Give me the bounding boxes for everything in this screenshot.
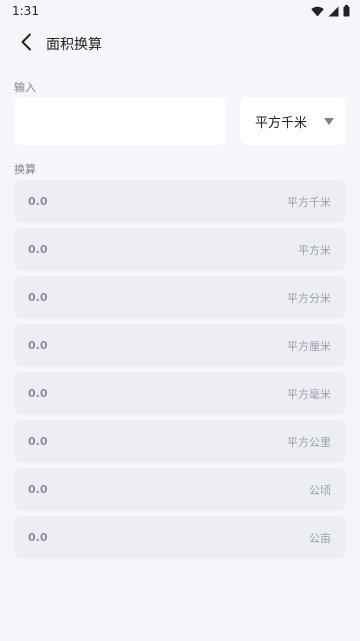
page-title: 面积换算 (46, 37, 102, 53)
result-value: 0.0 (28, 243, 48, 256)
back-button[interactable] (6, 24, 46, 64)
result-value: 0.0 (28, 291, 48, 304)
result-unit: 公亩 (309, 531, 331, 545)
result-row-sq-dm: 0.0 平方分米 (14, 276, 346, 319)
result-row-sq-km: 0.0 平方千米 (14, 180, 346, 223)
result-unit: 平方公里 (287, 435, 331, 449)
result-value: 0.0 (28, 531, 48, 544)
result-value: 0.0 (28, 387, 48, 400)
result-value: 0.0 (28, 339, 48, 352)
status-time: 1:31 (12, 4, 39, 18)
result-value: 0.0 (28, 195, 48, 208)
result-row-sq-cm: 0.0 平方厘米 (14, 324, 346, 367)
app-bar: 面积换算 (0, 24, 360, 64)
input-section-label: 输入 (14, 81, 36, 94)
result-unit: 平方千米 (287, 195, 331, 209)
battery-icon (343, 5, 350, 17)
result-row-sq-gongli: 0.0 平方公里 (14, 420, 346, 463)
result-row-hectare: 0.0 公顷 (14, 468, 346, 511)
area-converter-screen: 1:31 面积换算 输入 平方千米 换算 0.0 平方千米 0.0 平方米 0.… (0, 0, 360, 641)
result-row-sq-m: 0.0 平方米 (14, 228, 346, 271)
result-unit: 平方毫米 (287, 387, 331, 401)
result-unit: 公顷 (309, 483, 331, 497)
result-unit: 平方米 (298, 243, 331, 257)
result-unit: 平方分米 (287, 291, 331, 305)
signal-icon (328, 6, 339, 17)
status-bar: 1:31 (0, 0, 360, 22)
result-section-label: 换算 (14, 163, 36, 176)
unit-dropdown[interactable]: 平方千米 (240, 97, 346, 145)
result-row-are: 0.0 公亩 (14, 516, 346, 559)
status-icons (311, 5, 350, 17)
result-row-sq-mm: 0.0 平方毫米 (14, 372, 346, 415)
chevron-left-icon (20, 33, 32, 55)
result-value: 0.0 (28, 483, 48, 496)
triangle-down-icon (324, 117, 334, 125)
selected-unit-label: 平方千米 (255, 115, 308, 131)
wifi-icon (311, 6, 324, 17)
value-input[interactable] (14, 97, 226, 145)
result-value: 0.0 (28, 435, 48, 448)
result-unit: 平方厘米 (287, 339, 331, 353)
